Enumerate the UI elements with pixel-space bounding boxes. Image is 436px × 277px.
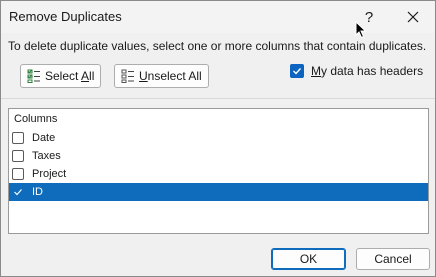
- unselect-all-icon: [121, 69, 134, 83]
- remove-duplicates-dialog: Remove Duplicates ? To delete duplicate …: [0, 0, 436, 277]
- checkmark-icon: [293, 68, 302, 75]
- select-all-label: Select All: [45, 69, 95, 83]
- list-item-label: Project: [32, 168, 67, 180]
- list-item-id[interactable]: ID: [9, 183, 428, 201]
- list-item-taxes[interactable]: Taxes: [9, 147, 428, 165]
- close-button[interactable]: [393, 1, 433, 33]
- columns-header: Columns: [14, 113, 58, 125]
- list-item-date[interactable]: Date: [9, 129, 428, 147]
- headers-checkbox-box[interactable]: [290, 64, 304, 78]
- unselect-all-button[interactable]: Unselect All: [114, 64, 209, 88]
- headers-checkbox-label: My data has headers: [311, 64, 424, 78]
- column-checkbox[interactable]: [12, 150, 24, 162]
- cancel-button[interactable]: Cancel: [356, 248, 430, 270]
- checkmark-icon: [14, 189, 22, 196]
- list-item-project[interactable]: Project: [9, 165, 428, 183]
- close-icon: [407, 11, 419, 23]
- my-data-has-headers-checkbox[interactable]: My data has headers: [290, 64, 423, 78]
- column-checkbox[interactable]: [12, 132, 24, 144]
- list-item-label: ID: [32, 186, 43, 198]
- mouse-pointer-icon: [355, 21, 367, 39]
- list-item-label: Taxes: [32, 150, 61, 162]
- columns-list[interactable]: Columns Date Taxes Project ID: [8, 108, 429, 234]
- column-checkbox[interactable]: [12, 168, 24, 180]
- unselect-all-label: Unselect All: [139, 69, 202, 83]
- select-all-icon: [27, 69, 40, 83]
- ok-button[interactable]: OK: [271, 248, 346, 270]
- select-all-button[interactable]: Select All: [20, 64, 101, 88]
- title-bar[interactable]: Remove Duplicates ?: [1, 1, 435, 33]
- list-item-label: Date: [32, 132, 56, 144]
- column-checkbox[interactable]: [12, 186, 24, 198]
- instruction-text: To delete duplicate values, select one o…: [8, 39, 427, 53]
- dialog-title: Remove Duplicates: [9, 9, 122, 24]
